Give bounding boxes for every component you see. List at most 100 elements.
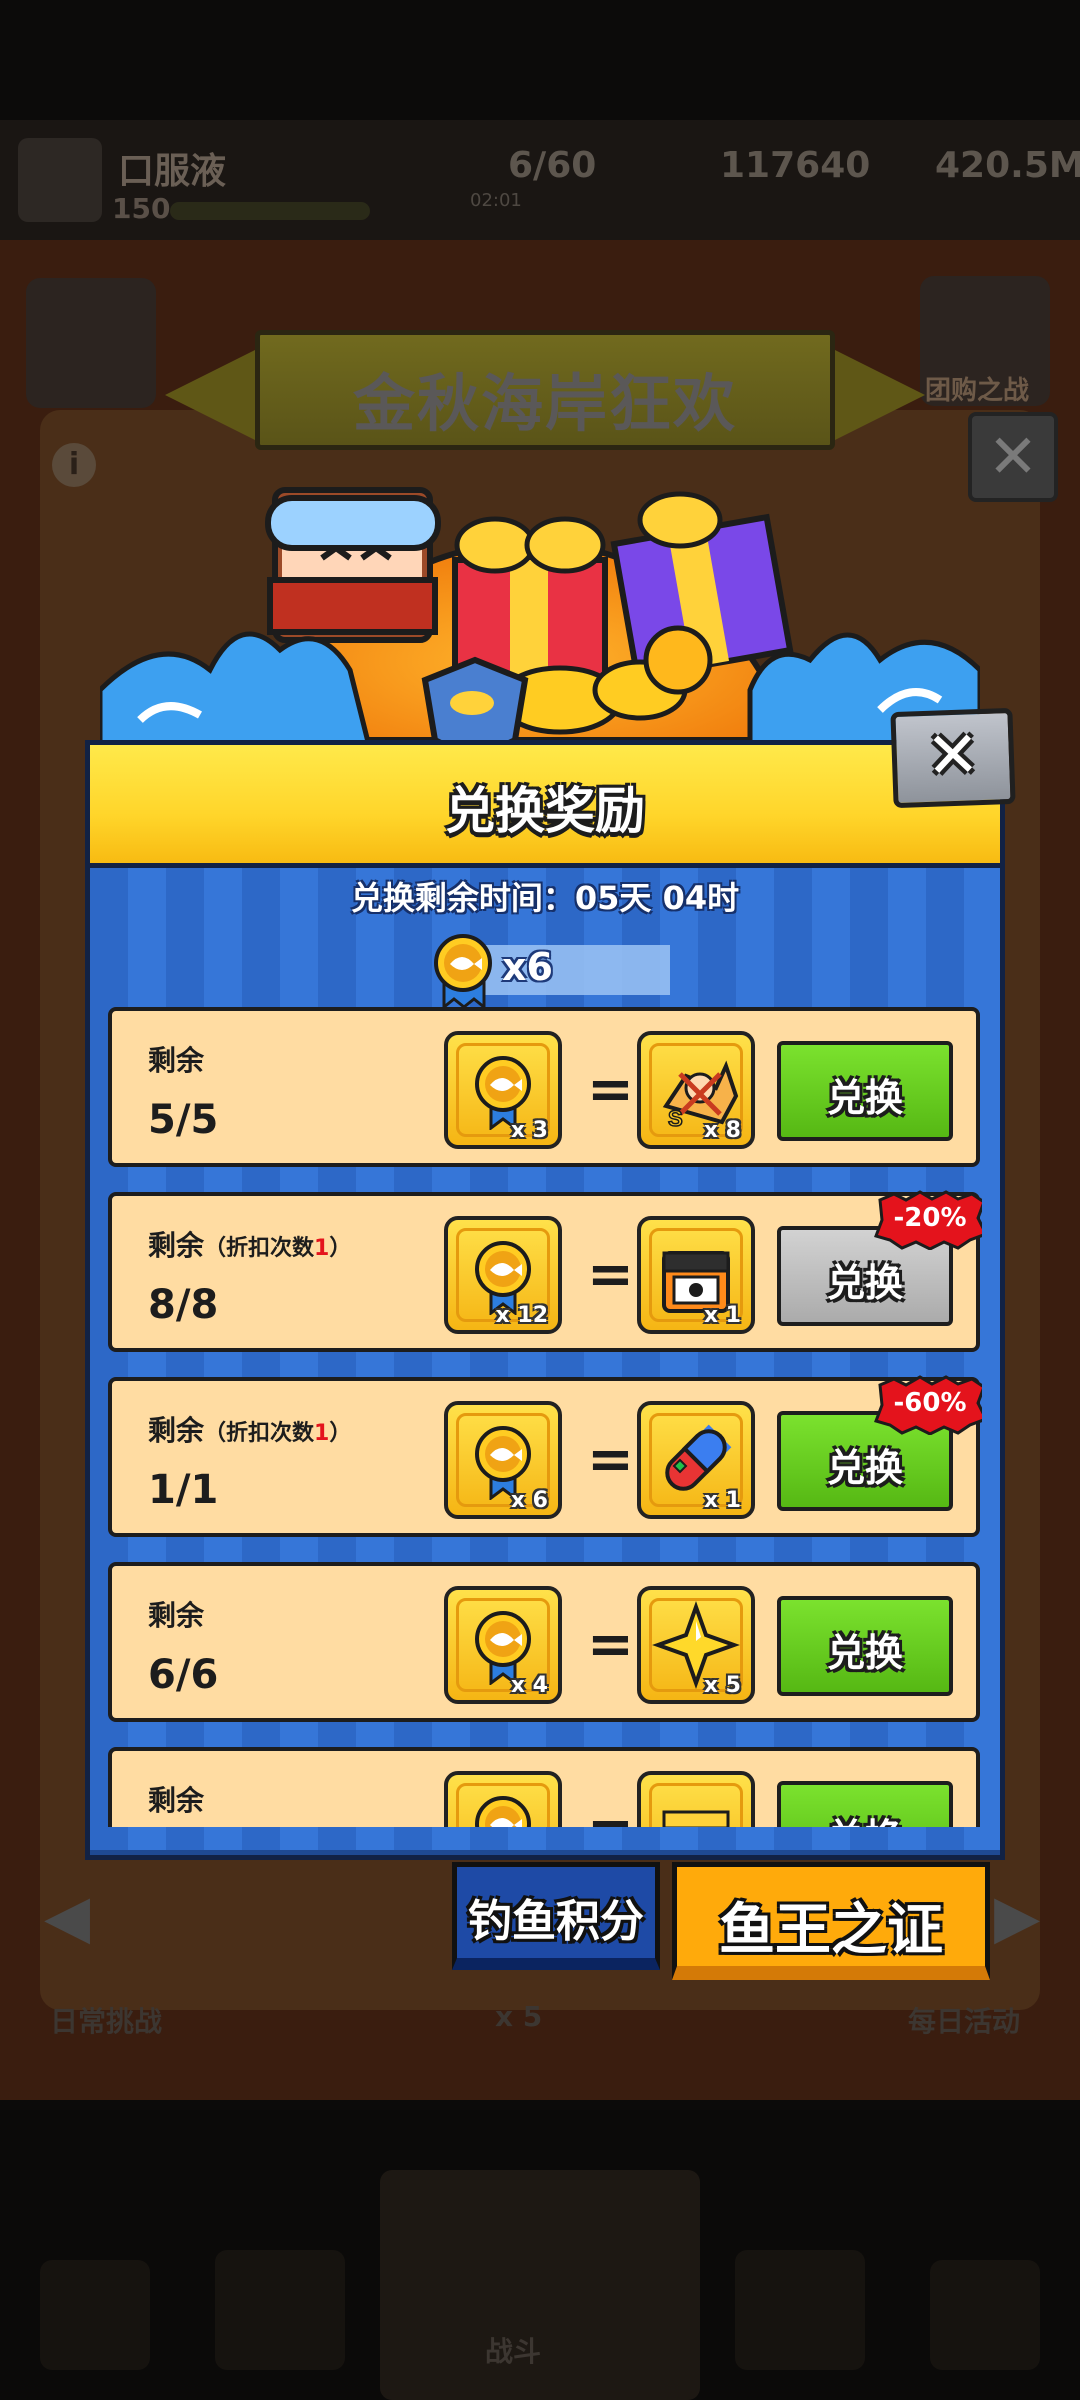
- exchange-button[interactable]: 兑换: [777, 1596, 953, 1696]
- exchange-button-label: 兑换: [826, 1446, 903, 1490]
- equals-sign: =: [587, 1242, 634, 1307]
- energy-count: 6/60: [508, 145, 597, 186]
- reward-slot: S x 8: [637, 1031, 755, 1149]
- remaining-label: 剩余（折扣次数1）: [148, 1224, 351, 1264]
- ninja-character: [265, 487, 441, 643]
- fish-badge: [421, 656, 529, 750]
- reward-quantity: x 5: [703, 1673, 741, 1698]
- tab-label: 鱼王之证: [719, 1898, 943, 1963]
- discount-text: -60%: [893, 1388, 967, 1418]
- bottom-nav: 战斗: [0, 2110, 1080, 2400]
- close-icon: ✕: [987, 422, 1039, 492]
- reward-row: 剩余 = 兑换: [108, 1747, 980, 1827]
- remaining-text: 剩余: [148, 1784, 205, 1817]
- cost-slot: x 12: [444, 1216, 562, 1334]
- remaining-label: 剩余: [148, 1779, 204, 1819]
- shop-icon: [215, 2250, 345, 2370]
- fish-medal-icon: [475, 1056, 531, 1130]
- red-gift-box: [452, 516, 608, 683]
- avatar: [18, 138, 102, 222]
- fish-medal-icon: [475, 1241, 531, 1315]
- reward-artwork: [100, 487, 980, 750]
- daily-event-label: 每日活动: [908, 2005, 1021, 2038]
- reward-row: 剩余（折扣次数1） 8/8 x 12 = x 1 兑换 -20%: [108, 1190, 982, 1352]
- cost-quantity: x 6: [510, 1488, 548, 1513]
- cost-slot: x 3: [444, 1031, 562, 1149]
- reward-slot: x 1: [637, 1401, 755, 1519]
- cost-slot: x 4: [444, 1586, 562, 1704]
- exchange-button-label: 兑换: [826, 1631, 903, 1675]
- equals-sign: =: [587, 1427, 634, 1492]
- coin-count: 117640: [720, 145, 871, 186]
- top-status-bar: 口服液 150 6/60 02:01 117640 420.5M: [0, 120, 1080, 240]
- cost-quantity: x 12: [495, 1303, 548, 1328]
- remaining-text: 剩余: [148, 1229, 205, 1262]
- battle-label: 战斗: [485, 2335, 542, 2368]
- equals-sign: =: [587, 1612, 634, 1677]
- exchange-button[interactable]: 兑换: [777, 1041, 953, 1141]
- dialog-close-button[interactable]: ✕: [890, 707, 1016, 809]
- fish-medal-icon: [475, 1611, 531, 1685]
- exchange-button-label: 兑换: [826, 1076, 903, 1120]
- discount-note-prefix: （折扣次数: [204, 1421, 315, 1446]
- fish-medal-icon: [434, 934, 492, 1009]
- reward-row: 剩余 5/5 x 3 = S x 8 兑换: [108, 1007, 980, 1167]
- remaining-count: 8/8: [148, 1282, 219, 1328]
- gem-count: 420.5M: [935, 145, 1080, 186]
- exchange-timer: 兑换剩余时间：05天 04时: [350, 879, 740, 917]
- close-icon: ✕: [924, 718, 982, 794]
- daily-challenge-label: 日常挑战: [50, 2005, 163, 2038]
- discount-text: -20%: [893, 1203, 967, 1233]
- team-icon: [735, 2250, 865, 2370]
- inventory-icon: [40, 2260, 150, 2370]
- dialog-header: 兑换奖励: [90, 745, 1000, 868]
- reward-list[interactable]: 剩余 5/5 x 3 = S x 8 兑换 剩余（折扣次数1） 8/8 x 12…: [108, 1007, 982, 1827]
- remaining-text: 剩余: [148, 1044, 205, 1077]
- reward-row: 剩余 6/6 x 4 = x 5 兑换: [108, 1562, 980, 1722]
- settings-icon: [930, 2260, 1040, 2370]
- equals-sign: =: [587, 1057, 634, 1122]
- remaining-text: 剩余: [148, 1599, 205, 1632]
- water-splash-left: [100, 631, 373, 750]
- exchange-button-label: 兑换: [781, 1807, 949, 1827]
- info-icon[interactable]: i: [52, 443, 96, 487]
- remaining-text: 剩余: [148, 1414, 205, 1447]
- cost-slot: [444, 1771, 562, 1827]
- discount-badge: -20%: [872, 1190, 982, 1250]
- balance-value: x6: [502, 945, 553, 989]
- player-level: 150: [112, 192, 171, 225]
- reward-slot: x 5: [637, 1586, 755, 1704]
- tab-fishing-points[interactable]: 钓鱼积分: [452, 1862, 660, 1970]
- exchange-button[interactable]: 兑换: [777, 1781, 953, 1827]
- tab-label: 钓鱼积分: [468, 1896, 644, 1947]
- equals-sign: =: [587, 1797, 634, 1827]
- side-label: 团购之战: [925, 376, 1030, 406]
- remaining-count: 5/5: [148, 1097, 219, 1143]
- ticket-count: x 5: [495, 2000, 543, 2033]
- discount-note-suffix: ）: [329, 1236, 352, 1261]
- event-close-button[interactable]: ✕: [968, 412, 1058, 502]
- discount-note-suffix: ）: [329, 1421, 352, 1446]
- remaining-label: 剩余: [148, 1039, 204, 1079]
- prev-arrow-icon[interactable]: ◀: [44, 1882, 90, 1952]
- dialog-title: 兑换奖励: [445, 782, 645, 840]
- reward-quantity: x 1: [703, 1303, 741, 1328]
- reward-quantity: x 8: [703, 1118, 741, 1143]
- exchange-dialog: 兑换奖励 兑换剩余时间：05天 04时 x6 剩余 5/5 x 3 = S x …: [85, 740, 1005, 1860]
- remaining-count: 6/6: [148, 1652, 219, 1698]
- fish-medal-icon: [475, 1796, 531, 1827]
- medal-balance: x6: [430, 933, 670, 1009]
- remaining-label: 剩余（折扣次数1）: [148, 1409, 351, 1449]
- tab-fish-king-proof[interactable]: 鱼王之证: [672, 1862, 990, 1980]
- discount-note-prefix: （折扣次数: [204, 1236, 315, 1261]
- remaining-count: 1/1: [148, 1467, 219, 1513]
- reward-quantity: x 1: [703, 1488, 741, 1513]
- energy-timer: 02:01: [470, 190, 522, 211]
- xp-bar: [170, 202, 370, 220]
- next-arrow-icon[interactable]: ▶: [994, 1882, 1040, 1952]
- exchange-button-label: 兑换: [826, 1261, 903, 1305]
- svg-text:S: S: [668, 1106, 683, 1131]
- reward-row: 剩余（折扣次数1） 1/1 x 6 = x 1 兑换 -60%: [108, 1375, 982, 1537]
- player-name: 口服液: [118, 151, 227, 192]
- gift-icon: [662, 1810, 730, 1827]
